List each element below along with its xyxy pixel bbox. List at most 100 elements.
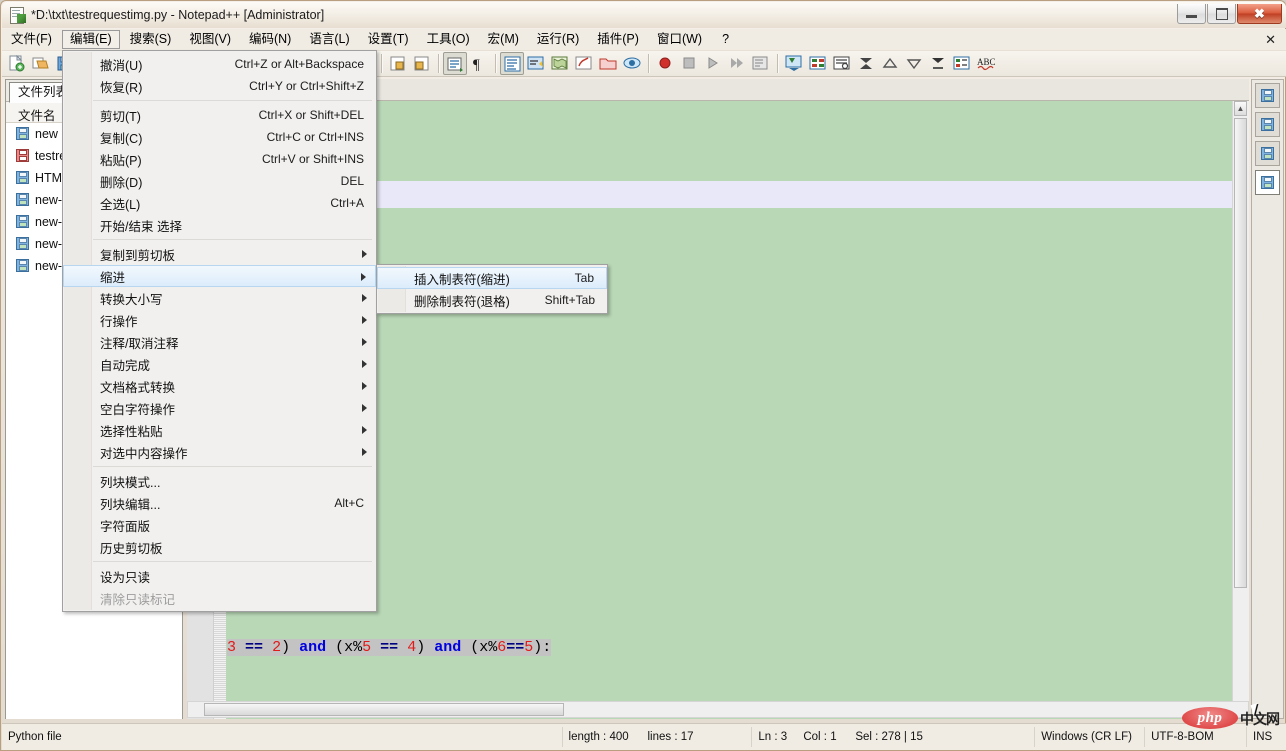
menuitem-column-editor[interactable]: 列块编辑... Alt+C	[63, 492, 376, 514]
folder-as-workspace-icon[interactable]	[596, 52, 620, 75]
status-eol[interactable]: Windows (CR LF)	[1034, 727, 1144, 747]
menuitem-indent[interactable]: 缩进	[63, 265, 376, 287]
menuitem-set-readonly[interactable]: 设为只读	[63, 565, 376, 587]
menuitem-label: 全选(L)	[100, 197, 141, 212]
editor-horizontal-scrollbar[interactable]	[187, 701, 1249, 718]
code-text[interactable]: in/python ding: UTF-8 -*- 3 == 2) and (x…	[227, 101, 1233, 719]
status-language[interactable]: Python file	[2, 727, 562, 747]
new-file-icon[interactable]	[5, 52, 29, 75]
menu-language[interactable]: 语言(L)	[301, 30, 357, 49]
menuitem-convert-case[interactable]: 转换大小写	[63, 287, 376, 309]
zoom-out-icon[interactable]	[410, 52, 434, 75]
vertical-scroll-thumb[interactable]	[1234, 118, 1247, 588]
zoom-in-icon[interactable]	[386, 52, 410, 75]
macro-play-icon[interactable]	[701, 52, 725, 75]
menu-file[interactable]: 文件(F)	[3, 30, 60, 49]
indent-guide-icon[interactable]	[500, 52, 524, 75]
disk-icon	[16, 259, 30, 273]
horizontal-scroll-thumb[interactable]	[204, 703, 564, 716]
menuitem-copy[interactable]: 复制(C) Ctrl+C or Ctrl+INS	[63, 126, 376, 148]
menuitem-on-selection[interactable]: 对选中内容操作	[63, 441, 376, 463]
expand-up-icon[interactable]	[878, 52, 902, 75]
expand-down-icon[interactable]	[902, 52, 926, 75]
submenuitem-remove-tab[interactable]: 删除制表符(退格) Shift+Tab	[377, 289, 607, 311]
menuitem-begin-end-select[interactable]: 开始/结束 选择	[63, 214, 376, 236]
menuitem-character-panel[interactable]: 字符面版	[63, 514, 376, 536]
menuitem-comment-uncomment[interactable]: 注释/取消注释	[63, 331, 376, 353]
menu-separator	[93, 561, 372, 562]
menu-window[interactable]: 窗口(W)	[649, 30, 710, 49]
bookmark-icon[interactable]	[782, 52, 806, 75]
svg-text:ABC: ABC	[977, 57, 995, 67]
menu-encoding[interactable]: 编码(N)	[241, 30, 299, 49]
open-file-icon[interactable]	[29, 52, 53, 75]
menu-edit[interactable]: 编辑(E)	[61, 30, 120, 49]
monitoring-icon[interactable]	[620, 52, 644, 75]
function-list-icon[interactable]	[572, 52, 596, 75]
menu-view[interactable]: 视图(V)	[181, 30, 239, 49]
menuitem-clipboard-history[interactable]: 历史剪切板	[63, 536, 376, 558]
menu-plugins[interactable]: 插件(P)	[589, 30, 647, 49]
sync-scroll-icon[interactable]	[443, 52, 467, 75]
menuitem-delete[interactable]: 删除(D) DEL	[63, 170, 376, 192]
svg-text:¶: ¶	[473, 57, 480, 72]
show-all-chars-icon[interactable]: ¶	[467, 52, 491, 75]
menuitem-paste[interactable]: 粘贴(P) Ctrl+V or Shift+INS	[63, 148, 376, 170]
menuitem-label: 剪切(T)	[100, 109, 141, 124]
chevron-right-icon	[361, 273, 366, 281]
document-map-icon[interactable]	[548, 52, 572, 75]
menu-tools[interactable]: 工具(O)	[419, 30, 478, 49]
status-encoding[interactable]: UTF-8-BOM	[1144, 727, 1246, 747]
macro-run-multiple-icon[interactable]	[725, 52, 749, 75]
word-wrap-icon[interactable]	[524, 52, 548, 75]
notepadpp-window: *D:\txt\testrequestimg.py - Notepad++ [A…	[0, 0, 1286, 751]
editor-vertical-scrollbar[interactable]: ▲ ▼	[1232, 101, 1249, 719]
fold-all-icon[interactable]	[926, 52, 950, 75]
user-defined-lang-icon[interactable]	[950, 52, 974, 75]
menu-macro[interactable]: 宏(M)	[480, 30, 527, 49]
status-insert-mode[interactable]: INS	[1246, 727, 1286, 747]
menuitem-select-all[interactable]: 全选(L) Ctrl+A	[63, 192, 376, 214]
menuitem-auto-completion[interactable]: 自动完成	[63, 353, 376, 375]
compare-icon[interactable]	[830, 52, 854, 75]
close-button[interactable]: ✖	[1237, 4, 1282, 24]
chevron-right-icon	[362, 338, 367, 346]
menuitem-column-mode[interactable]: 列块模式...	[63, 470, 376, 492]
menuitem-eol-conversion[interactable]: 文档格式转换	[63, 375, 376, 397]
minimize-button[interactable]	[1177, 4, 1206, 24]
menu-search[interactable]: 搜索(S)	[122, 30, 180, 49]
menuitem-cut[interactable]: 剪切(T) Ctrl+X or Shift+DEL	[63, 104, 376, 126]
macro-save-icon[interactable]	[749, 52, 773, 75]
menuitem-accel: DEL	[340, 174, 364, 188]
maximize-button[interactable]	[1207, 4, 1236, 24]
menuitem-redo[interactable]: 恢复(R) Ctrl+Y or Ctrl+Shift+Z	[63, 75, 376, 97]
menu-help[interactable]: ?	[712, 30, 737, 49]
menuitem-accel: Ctrl+A	[330, 196, 364, 210]
collapse-all-icon[interactable]	[854, 52, 878, 75]
scroll-up-arrow[interactable]: ▲	[1234, 101, 1247, 116]
menuitem-label: 开始/结束 选择	[100, 219, 182, 234]
menuitem-label: 行操作	[100, 314, 138, 329]
menuitem-accel: Ctrl+X or Shift+DEL	[258, 108, 364, 122]
menuitem-undo[interactable]: 撤消(U) Ctrl+Z or Alt+Backspace	[63, 53, 376, 75]
macro-stop-icon[interactable]	[677, 52, 701, 75]
doc-switcher-tab-1[interactable]	[1255, 83, 1280, 108]
chevron-right-icon	[362, 426, 367, 434]
menu-settings[interactable]: 设置(T)	[360, 30, 417, 49]
menu-run[interactable]: 运行(R)	[529, 30, 587, 49]
doc-switcher-tab-4[interactable]	[1255, 170, 1280, 195]
close-document-icon[interactable]: ✕	[1265, 32, 1286, 48]
menuitem-blank-operations[interactable]: 空白字符操作	[63, 397, 376, 419]
menuitem-line-operations[interactable]: 行操作	[63, 309, 376, 331]
disk-icon	[16, 149, 30, 163]
menu-separator	[93, 239, 372, 240]
doc-switcher-tab-3[interactable]	[1255, 141, 1280, 166]
menuitem-copy-to-clipboard[interactable]: 复制到剪切板	[63, 243, 376, 265]
submenuitem-accel: Shift+Tab	[544, 293, 595, 307]
spellcheck-icon[interactable]: ABC	[974, 52, 998, 75]
menuitem-paste-special[interactable]: 选择性粘贴	[63, 419, 376, 441]
submenuitem-insert-tab[interactable]: 插入制表符(缩进) Tab	[377, 267, 607, 289]
macro-record-icon[interactable]	[653, 52, 677, 75]
show-all-open-docs-icon[interactable]	[806, 52, 830, 75]
doc-switcher-tab-2[interactable]	[1255, 112, 1280, 137]
